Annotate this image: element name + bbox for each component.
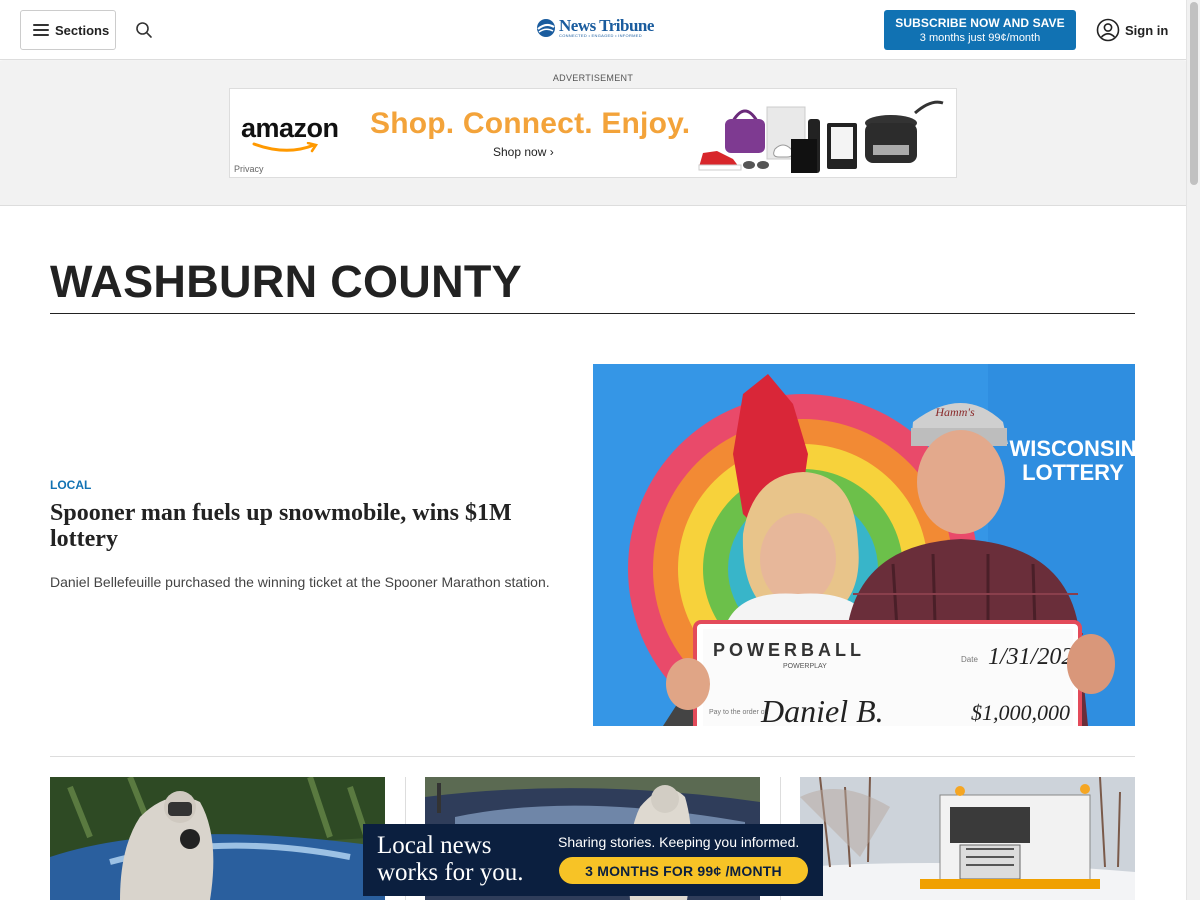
subscription-promo-banner[interactable]: Local news works for you. Sharing storie…: [363, 824, 823, 896]
scrollbar-thumb[interactable]: [1190, 2, 1198, 185]
logo-name: News Tribune: [559, 16, 654, 35]
user-account-icon: [1096, 18, 1120, 42]
sections-label: Sections: [55, 22, 110, 38]
page-title: WASHBURN COUNTY: [50, 256, 522, 307]
lead-story-image[interactable]: WISCONSIN LOTTERY Hamm's POWERBALL POWER…: [593, 364, 1135, 726]
advertisement-band: ADVERTISEMENT amazon Shop. Connect. Enjo…: [0, 61, 1186, 206]
lead-story-category[interactable]: LOCAL: [50, 478, 91, 492]
ad-slogan: Shop. Connect. Enjoy.: [370, 107, 691, 140]
ad-shop-now-link[interactable]: Shop now ›: [493, 145, 554, 159]
promo-headline-line1: Local news: [377, 832, 492, 859]
check-brand: POWERBALL: [713, 640, 865, 660]
advertisement-label: ADVERTISEMENT: [552, 73, 634, 83]
logo-tagline: CONNECTED • ENGAGED • INFORMED: [559, 33, 642, 38]
logo-globe-icon: [537, 18, 555, 37]
lottery-backdrop-line1: WISCONSIN: [1009, 436, 1135, 461]
lead-story-headline[interactable]: Spooner man fuels up snowmobile, wins $1…: [50, 500, 570, 552]
sign-in-button[interactable]: Sign in: [1096, 18, 1168, 42]
search-icon[interactable]: [134, 20, 154, 40]
subscribe-main-label: SUBSCRIBE NOW AND SAVE: [895, 16, 1065, 30]
site-header: Sections News Tribune CONNECTED • ENGAGE…: [0, 0, 1186, 60]
subscribe-sub-label: 3 months just 99¢/month: [919, 32, 1041, 44]
lead-story-summary: Daniel Bellefeuille purchased the winnin…: [50, 574, 550, 590]
story-card-image[interactable]: [50, 777, 385, 900]
promo-cta-button[interactable]: 3 MONTHS FOR 99¢ /MONTH: [559, 857, 808, 884]
site-logo[interactable]: News Tribune CONNECTED • ENGAGED • INFOR…: [536, 17, 654, 38]
promo-tagline: Sharing stories. Keeping you informed.: [558, 834, 800, 850]
ad-privacy-link[interactable]: Privacy: [234, 164, 264, 174]
subscribe-button[interactable]: SUBSCRIBE NOW AND SAVE 3 months just 99¢…: [884, 10, 1076, 50]
check-payto-label: Pay to the order of:: [709, 709, 769, 716]
page-scrollbar[interactable]: [1186, 0, 1200, 900]
ad-products-illustration: [698, 100, 944, 173]
sign-in-label: Sign in: [1125, 22, 1169, 38]
amazon-ad-banner[interactable]: amazon Shop. Connect. Enjoy. Shop now › …: [229, 88, 957, 178]
hamburger-icon: [33, 24, 49, 36]
check-date-label: Date: [961, 655, 978, 664]
amazon-smile-icon: [252, 142, 319, 153]
cap-logo-text: Hamm's: [934, 405, 975, 419]
check-payee: Daniel B.: [760, 693, 884, 726]
check-subbrand: POWERPLAY: [783, 663, 827, 670]
amazon-logo-text: amazon: [241, 113, 339, 143]
sections-menu-button[interactable]: Sections: [20, 10, 116, 50]
check-amount: $1,000,000: [971, 700, 1070, 725]
lottery-backdrop-line2: LOTTERY: [1022, 460, 1124, 485]
promo-headline: Local news works for you.: [377, 832, 524, 886]
section-divider: [50, 756, 1135, 757]
title-divider: [50, 313, 1135, 314]
story-card-image[interactable]: [800, 777, 1135, 900]
promo-headline-line2: works for you.: [377, 859, 524, 886]
